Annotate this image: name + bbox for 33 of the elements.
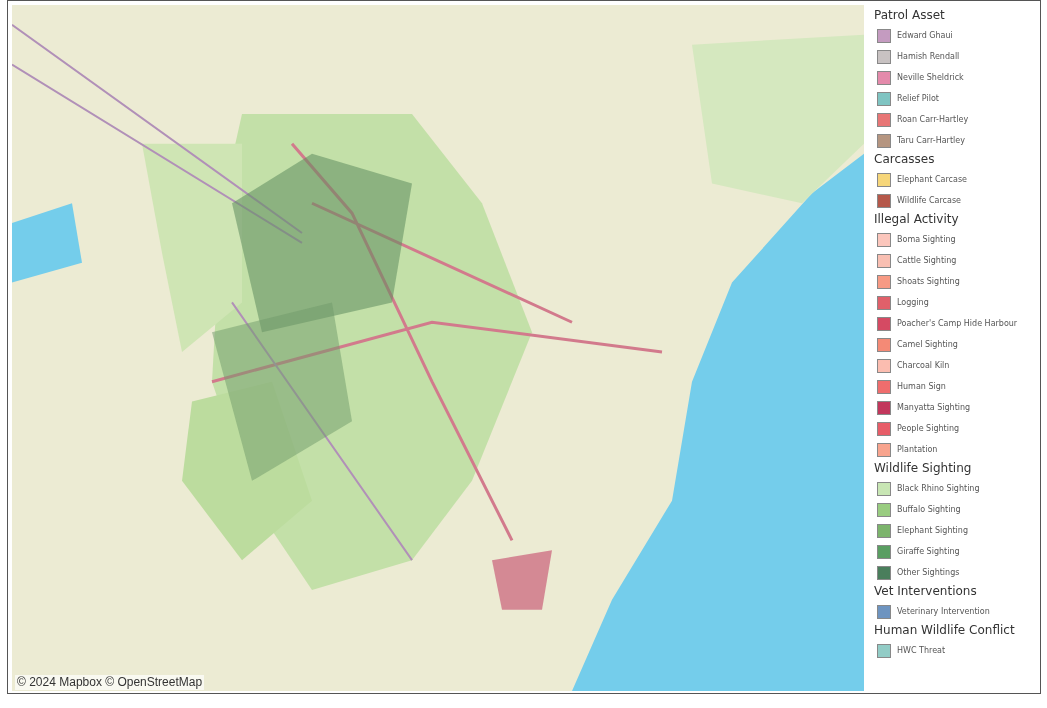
legend-label: Edward Ghaui <box>897 30 953 41</box>
legend-label: Poacher's Camp Hide Harbour <box>897 318 1018 329</box>
legend-label: Neville Sheldrick <box>897 72 964 83</box>
map-attribution: © 2024 Mapbox © OpenStreetMap <box>15 675 205 690</box>
legend-label: Hamish Rendall <box>897 51 960 62</box>
legend-label: Cattle Sighting <box>897 255 957 266</box>
legend-title: Wildlife Sighting <box>874 460 973 476</box>
legend-label: Manyatta Sighting <box>897 402 971 413</box>
legend-title: Carcasses <box>874 151 936 167</box>
legend-title: Human Wildlife Conflict <box>874 622 1016 638</box>
legend-label: Black Rhino Sighting <box>897 483 980 494</box>
legend-label: Elephant Sighting <box>897 525 968 536</box>
legend-label: Veterinary Intervention <box>897 606 990 617</box>
legend-label: Boma Sighting <box>897 234 956 245</box>
legend-label: People Sighting <box>897 423 960 434</box>
legend-label: Camel Sighting <box>897 339 958 350</box>
legend-label: HWC Threat <box>897 645 946 656</box>
legend-label: Charcoal Kiln <box>897 360 950 371</box>
legend-label: Wildlife Carcase <box>897 195 961 206</box>
legend-label: Roan Carr-Hartley <box>897 114 969 125</box>
legend-label: Buffalo Sighting <box>897 504 961 515</box>
legend-label: Relief Pilot <box>897 93 939 104</box>
legend-label: Shoats Sighting <box>897 276 960 287</box>
legend-label: Giraffe Sighting <box>897 546 960 557</box>
legend-title: Vet Interventions <box>874 583 978 599</box>
legend-title: Patrol Asset <box>874 7 946 23</box>
legend-label: Elephant Carcase <box>897 174 967 185</box>
legend-label: Human Sign <box>897 381 946 392</box>
legend-label: Logging <box>897 297 929 308</box>
legend-label: Plantation <box>897 444 938 455</box>
legend-label: Other Sightings <box>897 567 960 578</box>
legend-label: Taru Carr-Hartley <box>897 135 965 146</box>
legend-title: Illegal Activity <box>874 211 960 227</box>
